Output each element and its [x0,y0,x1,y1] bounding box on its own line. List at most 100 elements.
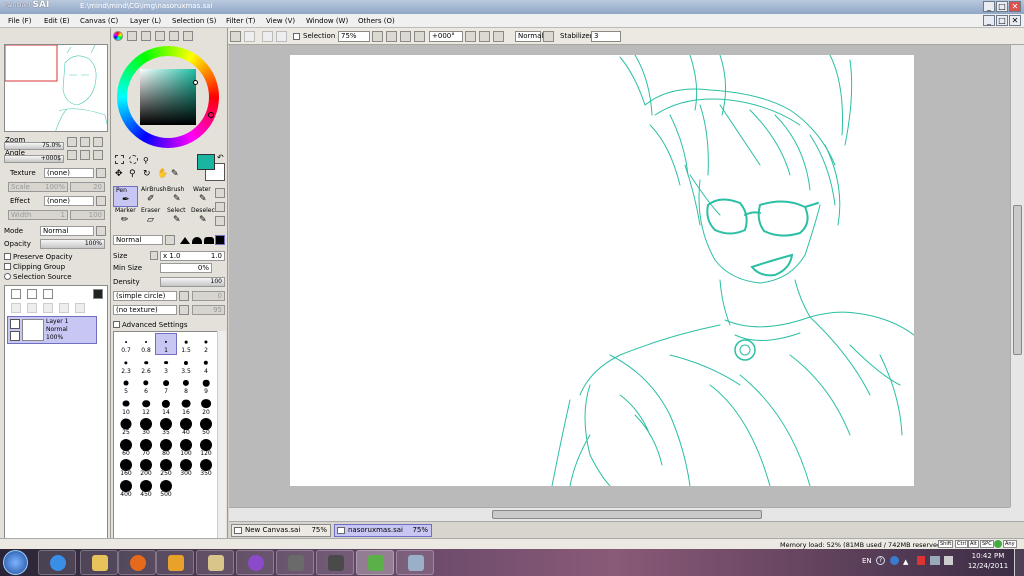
texture-dropdown-icon[interactable] [96,168,106,178]
taskbar-firefox[interactable] [118,550,156,575]
color-wheel-tab-icon[interactable] [113,31,123,41]
brush-size-preset[interactable]: 2.3 [116,355,136,375]
effect-dropdown-icon[interactable] [96,196,106,206]
eye-icon[interactable] [10,319,20,329]
flag-icon[interactable] [917,556,925,565]
brush-size-preset[interactable]: 2.6 [136,355,156,375]
menu-canvas[interactable]: Canvas (C) [80,17,118,25]
mixer-tab-icon[interactable] [169,31,179,41]
taskbar-explorer[interactable] [80,550,118,575]
zoom-reset-icon[interactable] [93,137,103,147]
brush-blend-select[interactable]: Normal [113,235,163,245]
network-icon[interactable] [930,556,940,565]
brush-size-preset[interactable]: 0.8 [136,334,156,354]
brush-size-preset[interactable]: 9 [196,375,216,395]
stabilizer-select[interactable]: 3 [591,31,621,42]
min-size-field[interactable]: 0% [160,263,212,273]
scratchpad-tab-icon[interactable] [183,31,193,41]
new-layer-icon[interactable] [11,289,21,299]
brush-size-preset[interactable]: 6 [136,375,156,395]
menu-selection[interactable]: Selection (S) [172,17,216,25]
brush-size-preset[interactable]: 0.7 [116,334,136,354]
swatches-tab-icon[interactable] [155,31,165,41]
taskbar-sai[interactable] [356,550,394,575]
tool-marker[interactable]: Marker ✏ [113,207,138,228]
brush-size-preset[interactable]: 35 [156,416,176,436]
size-multiplier-icon[interactable] [150,251,158,260]
brush-size-preset[interactable]: 450 [136,478,156,498]
brush-size-preset[interactable]: 70 [136,437,156,457]
angle-select[interactable]: +000° [429,31,463,42]
menu-edit[interactable]: Edit (E) [44,17,70,25]
effect-select[interactable]: (none) [44,196,94,206]
tab-nasoruxmas[interactable]: nasoruxmas.sai 75% [334,524,432,537]
mode-select[interactable]: Normal [40,226,94,236]
zoom-reset-button[interactable] [414,31,425,42]
brush-size-preset[interactable]: 2 [196,334,216,354]
taskbar-media[interactable] [156,550,194,575]
start-button[interactable] [3,550,28,575]
primary-color-swatch[interactable] [197,154,215,170]
taskbar-app1[interactable] [196,550,234,575]
tool-water[interactable]: Water ✎ [191,186,216,207]
hue-picker-handle[interactable] [208,112,214,118]
sv-picker-handle[interactable] [193,80,198,85]
lasso-icon[interactable] [129,155,138,164]
close-button[interactable]: ✕ [1009,1,1021,12]
maximize-button[interactable]: □ [996,1,1008,12]
swap-colors-icon[interactable]: ↶ [217,153,224,162]
language-indicator[interactable]: EN [862,557,872,565]
minimize-button[interactable]: _ [983,1,995,12]
tip-sharp-icon[interactable] [180,237,190,244]
hand-icon[interactable]: ✋ [157,169,168,179]
taskbar-app5[interactable] [396,550,434,575]
rotate-cw-icon[interactable] [80,150,90,160]
brush-size-preset[interactable]: 500 [156,478,176,498]
brush-shape-select[interactable]: (simple circle) [113,291,177,301]
brush-size-preset[interactable]: 16 [176,396,196,416]
eyedropper-icon[interactable]: ✎ [171,169,179,179]
layer-row[interactable]: Layer 1 Normal 100% [7,316,97,344]
saturation-value-square[interactable] [140,69,196,125]
brush-size-preset[interactable]: 1 [155,333,177,355]
selection-source-checkbox[interactable] [4,273,11,280]
brush-size-preset[interactable]: 40 [176,416,196,436]
brush-size-preset[interactable]: 7 [156,375,176,395]
menu-filter[interactable]: Filter (T) [226,17,255,25]
brush-size-preset[interactable]: 10 [116,396,136,416]
canvas-viewport[interactable] [229,45,1010,507]
brush-size-preset[interactable]: 14 [156,396,176,416]
brush-size-preset[interactable]: 400 [116,478,136,498]
canvas-paper[interactable] [290,55,914,486]
tool-pen[interactable]: Pen ✒ [113,186,138,207]
doc-close-button[interactable]: ✕ [1009,15,1021,26]
brush-texture-select[interactable]: (no texture) [113,305,177,315]
tool-eraser[interactable]: Eraser ▱ [139,207,164,228]
selection-checkbox[interactable] [293,33,300,40]
menu-layer[interactable]: Layer (L) [130,17,161,25]
tool-brush[interactable]: Brush ✎ [165,186,190,207]
transfer-layer-icon[interactable] [27,303,37,313]
rotate-icon[interactable]: ↻ [143,169,151,179]
tip-soft-icon[interactable] [204,237,214,244]
zoom-icon[interactable]: ⚲ [129,169,136,179]
rotate-left-button[interactable] [465,31,476,42]
angle-slider[interactable]: +000$ [4,155,64,163]
rotate-reset-icon[interactable] [93,150,103,160]
brush-size-preset[interactable]: 250 [156,457,176,477]
doc-maximize-button[interactable]: □ [996,15,1008,26]
rgb-slider-tab-icon[interactable] [127,31,137,41]
brush-size-preset[interactable]: 350 [196,457,216,477]
blend-select[interactable]: Normal [515,31,543,42]
merge-layer-icon[interactable] [11,303,21,313]
rotate-ccw-icon[interactable] [67,150,77,160]
brush-size-preset[interactable]: 50 [196,416,216,436]
magic-wand-icon[interactable]: ⚲ [143,156,149,165]
rect-select-icon[interactable] [115,155,124,164]
taskbar-ie[interactable] [38,550,76,575]
brush-size-preset[interactable]: 12 [136,396,156,416]
show-desktop-button[interactable] [1014,549,1024,576]
blend-dropdown-button[interactable] [543,31,554,42]
brush-size-preset[interactable]: 300 [176,457,196,477]
move-icon[interactable]: ✥ [115,169,123,179]
